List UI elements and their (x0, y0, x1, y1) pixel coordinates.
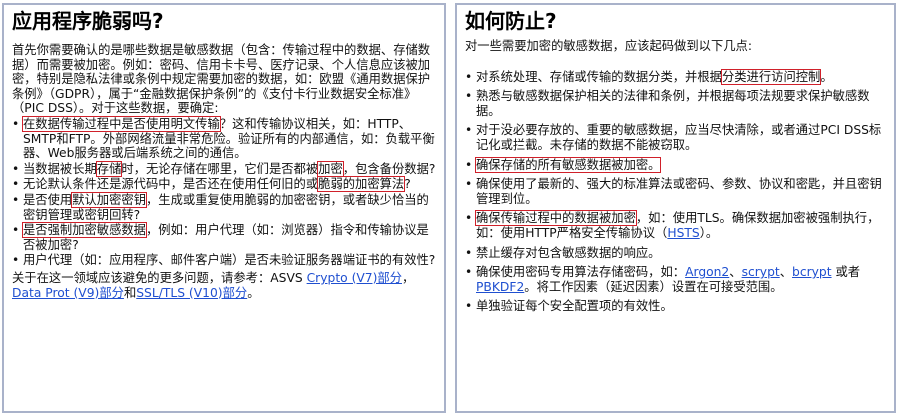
list-item: 确保存储的所有敏感数据被加密。 (465, 156, 886, 173)
text: 确保使用了最新的、强大的标准算法或密码、参数、协议和密匙，并且密钥管理到位。 (476, 177, 882, 206)
text: 当数据被长期 (23, 161, 97, 176)
text: ）。 (699, 225, 719, 240)
text: 时，无论存储在哪里，它们是否都被 (121, 161, 319, 176)
asvs-ssl-tls-link[interactable]: SSL/TLS (V10)部分 (136, 286, 247, 300)
text: 、 (729, 265, 742, 280)
list-item: 对系统处理、存储或传输的数据分类，并根据分类进行访问控制。 (465, 68, 886, 85)
text: 熟悉与敏感数据保护相关的法律和条例，并根据每项法规要求保护敏感数据。 (476, 89, 870, 118)
left-panel-outro: 关于在这一领域应该避免的更多问题，请参考：ASVS Crypto (V7)部分，… (12, 271, 436, 300)
text: 对于没必要存放的、重要的敏感数据，应当尽快清除，或者通过PCI DSS标记化或拦… (476, 123, 882, 152)
highlight: 确保存储的所有敏感数据被加密。 (474, 156, 662, 173)
highlight: 脆弱的加密算法 (317, 176, 406, 193)
text: ， (402, 270, 415, 285)
text: 确保使用密码专用算法存储密码，如： (476, 265, 686, 280)
list-item: 是否使用默认加密密钥，生成或重复使用脆弱的加密密钥，或者缺少恰当的密钥管理或密钥… (12, 191, 436, 222)
highlight: 在数据传输过程中是否使用明文传输 (22, 115, 221, 132)
asvs-crypto-link[interactable]: Crypto (V7)部分 (307, 271, 402, 285)
scrypt-link[interactable]: scrypt (742, 265, 780, 279)
text: 、 (779, 265, 793, 280)
text: 用户代理（如：应用程序、邮件客户端）是否未验证服务器端证书的有效性? (23, 253, 436, 268)
text: ，包含备份数据? (342, 161, 436, 176)
text: 禁止缓存对包含敏感数据的响应。 (476, 245, 661, 260)
right-panel-prevention: 如何防止? 对一些需要加密的敏感数据，应该起码做到以下几点: 对系统处理、存储或… (455, 3, 896, 413)
left-panel-vulnerability: 应用程序脆弱吗? 首先你需要确认的是哪些数据是敏感数据（包含：传输过程中的数据、… (2, 3, 446, 413)
text: 关于在这一领域应该避免的更多问题，请参考：ASVS (12, 270, 307, 285)
list-item: 当数据被长期存储时，无论存储在哪里，它们是否都被加密，包含备份数据? (12, 160, 436, 177)
highlight: 存储 (95, 160, 123, 177)
text: 对系统处理、存储或传输的数据分类，并根据 (476, 69, 722, 84)
text: 。 (820, 69, 833, 84)
hsts-link[interactable]: HSTS (667, 226, 699, 240)
text: 或者 (831, 265, 861, 280)
text: 是否使用 (23, 192, 73, 207)
list-item: 熟悉与敏感数据保护相关的法律和条例，并根据每项法规要求保护敏感数据。 (465, 89, 886, 118)
asvs-data-prot-link[interactable]: Data Prot (V9)部分 (12, 286, 124, 300)
highlight: 分类进行访问控制 (720, 68, 822, 85)
highlight: 确保传输过程中的数据被加密 (475, 210, 637, 227)
right-panel-title: 如何防止? (465, 9, 557, 33)
list-item: 是否强制加密敏感数据，例如：用户代理（如：浏览器）指令和传输协议是否被加密? (12, 222, 436, 252)
list-item: 用户代理（如：应用程序、邮件客户端）是否未验证服务器端证书的有效性? (12, 253, 436, 268)
highlight: 加密 (317, 160, 344, 177)
left-panel-title: 应用程序脆弱吗? (12, 9, 164, 33)
text: 无论默认条件还是源代码中，是否还在使用任何旧的或 (23, 177, 319, 192)
list-item: 确保使用密码专用算法存储密码，如：Argon2、scrypt、bcrypt 或者… (465, 265, 886, 294)
pbkdf2-link[interactable]: PBKDF2 (476, 280, 524, 294)
list-item: 确保使用了最新的、强大的标准算法或密码、参数、协议和密匙，并且密钥管理到位。 (465, 177, 886, 206)
text: 。 (247, 285, 260, 300)
left-checklist: 在数据传输过程中是否使用明文传输？这和传输协议相关，如：HTTP、SMTP和FT… (12, 115, 436, 268)
right-checklist: 对系统处理、存储或传输的数据分类，并根据分类进行访问控制。 熟悉与敏感数据保护相… (465, 68, 886, 314)
argon2-link[interactable]: Argon2 (685, 265, 729, 279)
highlight: 是否强制加密敏感数据 (22, 222, 147, 239)
text: 。将工作因素（延迟因素）设置在可接受范围。 (524, 279, 783, 294)
list-item: 在数据传输过程中是否使用明文传输？这和传输协议相关，如：HTTP、SMTP和FT… (12, 115, 436, 161)
text: 单独验证每个安全配置项的有效性。 (476, 299, 673, 314)
highlight: 默认加密密钥 (71, 191, 147, 208)
text: ? (404, 177, 411, 192)
left-panel-intro: 首先你需要确认的是哪些数据是敏感数据（包含：传输过程中的数据、存储数据）而需要被… (12, 43, 431, 116)
list-item: 禁止缓存对包含敏感数据的响应。 (465, 246, 886, 261)
list-item: 无论默认条件还是源代码中，是否还在使用任何旧的或脆弱的加密算法? (12, 176, 436, 193)
text: 和 (123, 285, 137, 300)
list-item: 确保传输过程中的数据被加密，如：使用TLS。确保数据加密被强制执行，如：使用HT… (465, 210, 886, 240)
bcrypt-link[interactable]: bcrypt (792, 265, 832, 279)
list-item: 对于没必要存放的、重要的敏感数据，应当尽快清除，或者通过PCI DSS标记化或拦… (465, 123, 886, 152)
list-item: 单独验证每个安全配置项的有效性。 (465, 299, 886, 314)
right-panel-intro: 对一些需要加密的敏感数据，应该起码做到以下几点: (465, 39, 752, 53)
